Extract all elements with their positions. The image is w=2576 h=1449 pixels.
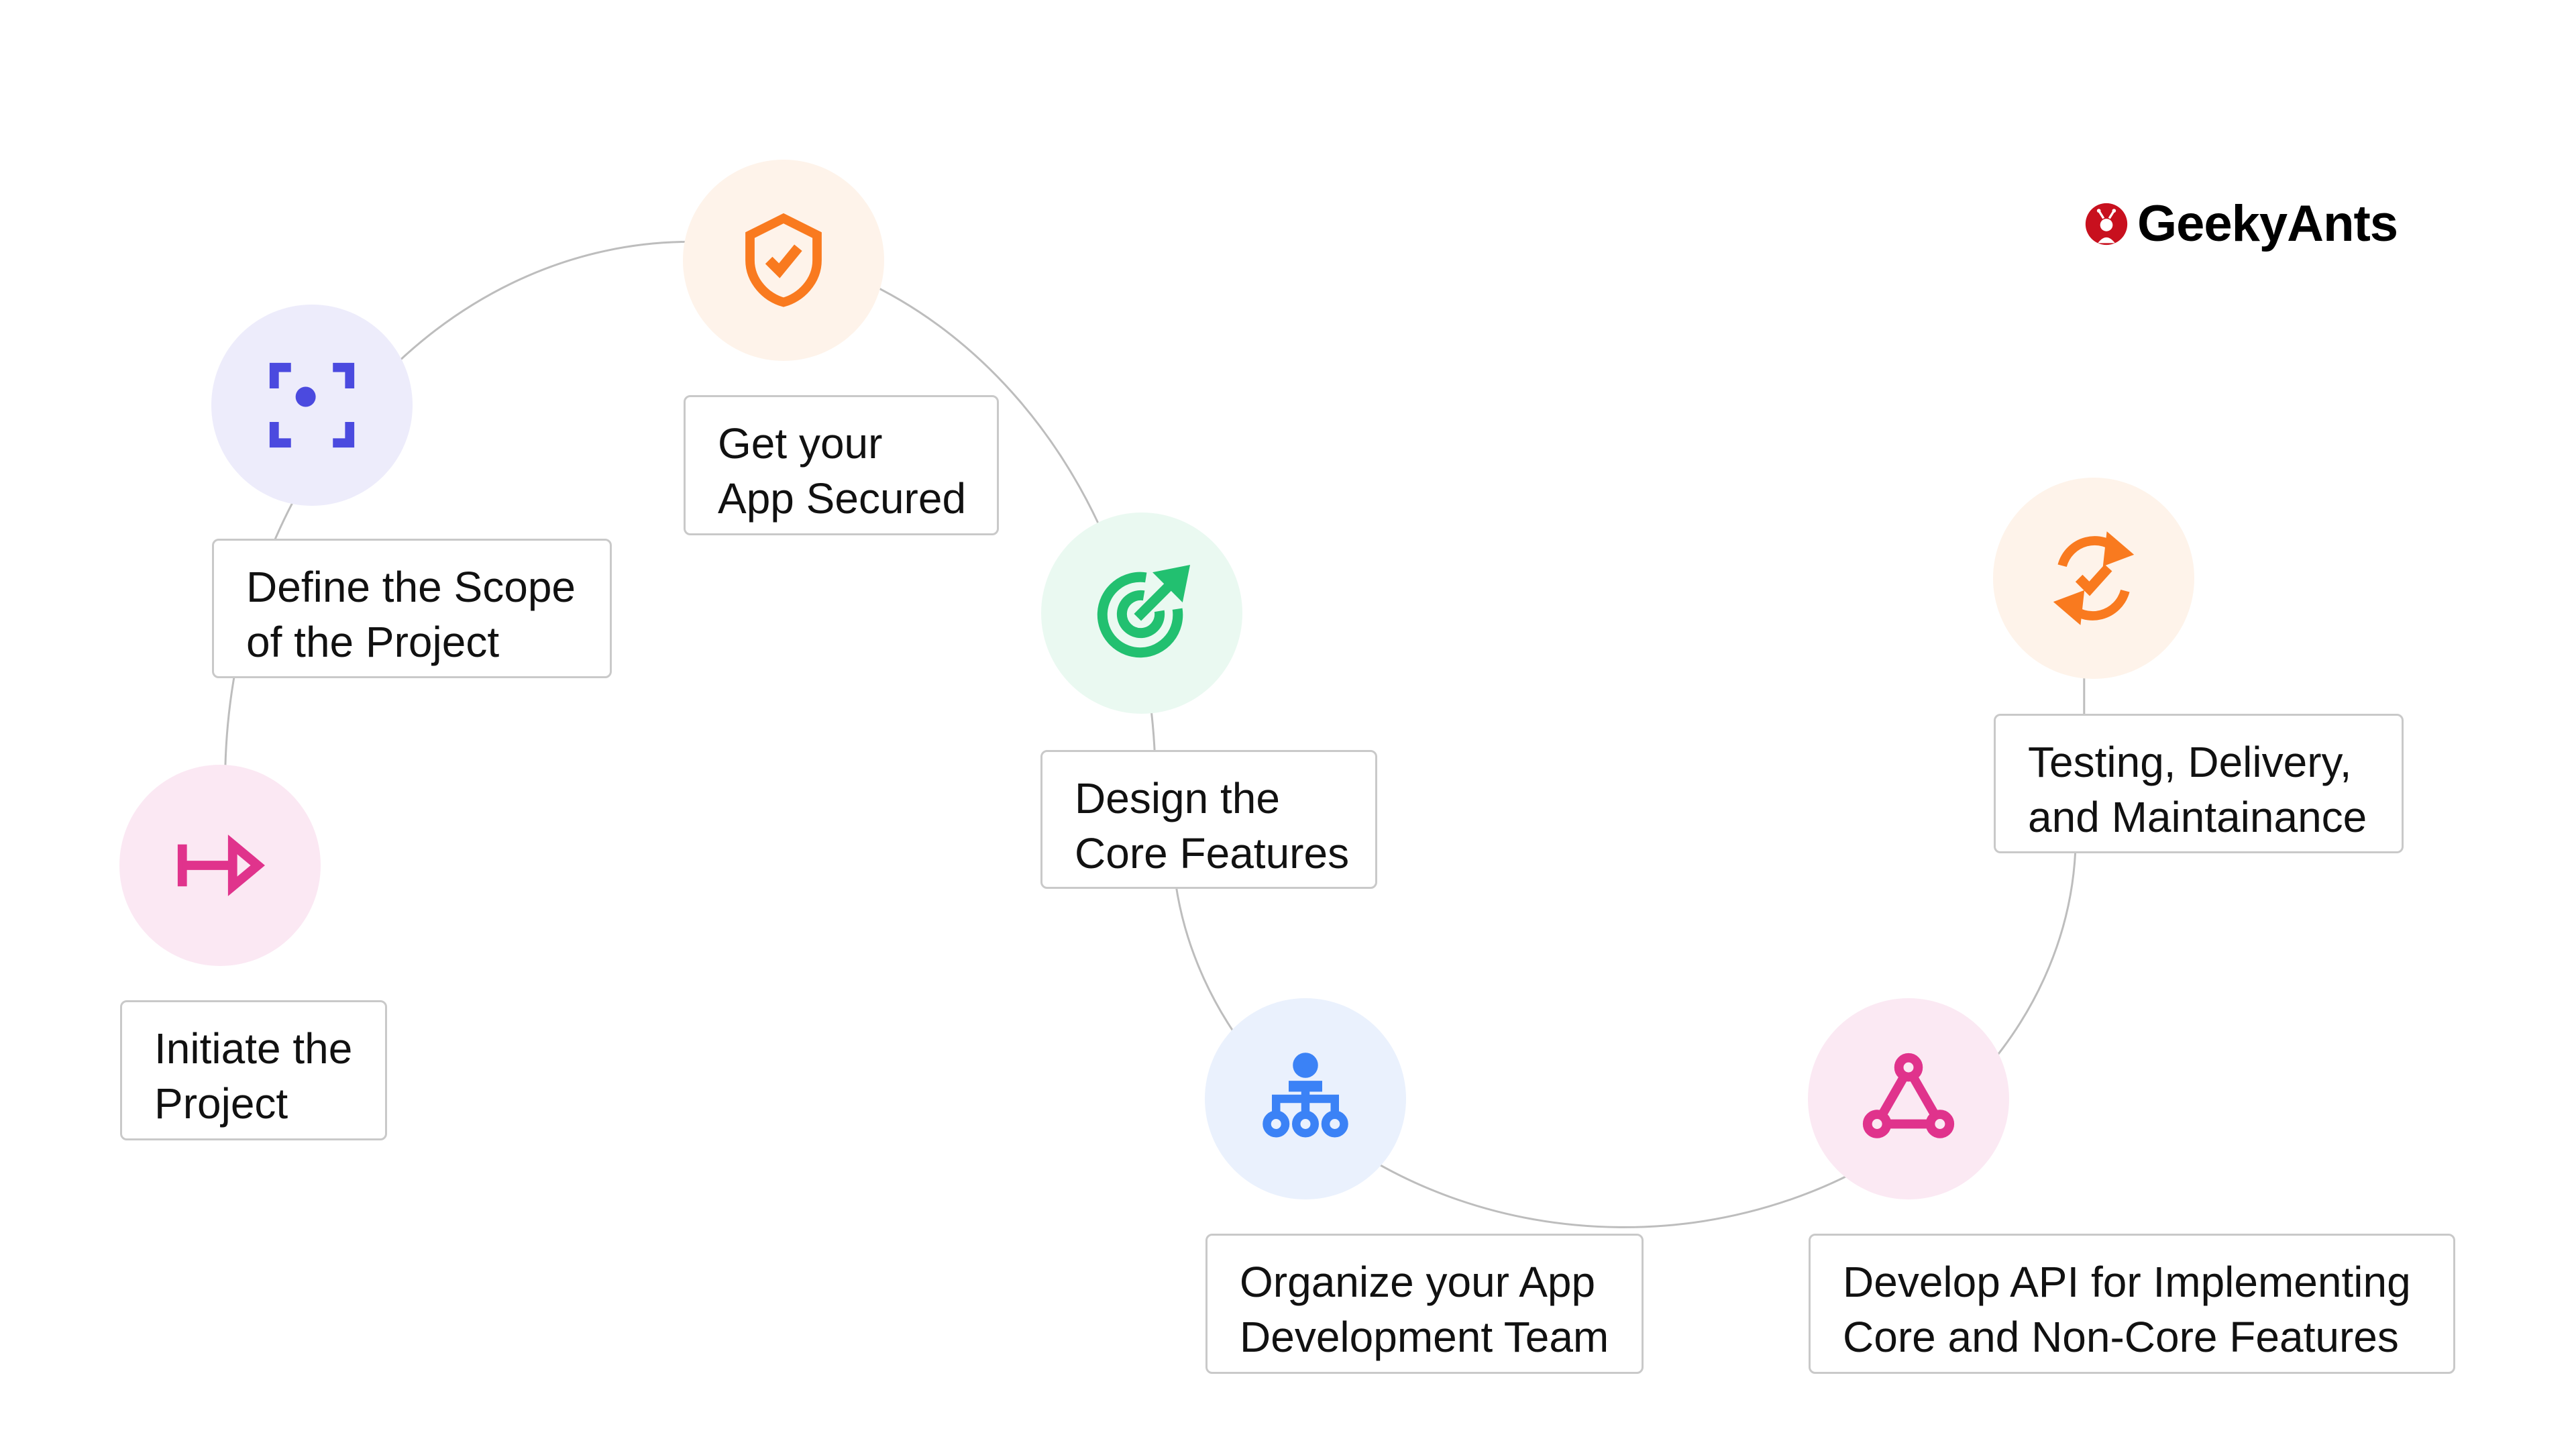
api-line-2: Core and Non-Core Features xyxy=(1843,1313,2399,1361)
initiate-label-box: Initiate the Project xyxy=(120,1000,387,1140)
organize-node xyxy=(1205,998,1406,1199)
testing-label-box: Testing, Delivery, and Maintainance xyxy=(1994,714,2404,853)
api-nodes-icon xyxy=(1862,1053,1955,1138)
design-label-box: Design the Core Features xyxy=(1040,750,1377,889)
api-label-box: Develop API for Implementing Core and No… xyxy=(1809,1234,2455,1374)
organize-label-box: Organize your App Development Team xyxy=(1205,1234,1644,1374)
design-node xyxy=(1041,513,1242,714)
initiate-line-2: Project xyxy=(154,1079,288,1128)
shield-check-icon xyxy=(745,213,822,307)
secure-label-box: Get your App Secured xyxy=(684,395,999,535)
focus-target-icon xyxy=(269,362,355,448)
refresh-check-icon xyxy=(2053,531,2135,625)
testing-node xyxy=(1993,478,2194,679)
secure-node xyxy=(683,160,884,361)
testing-line-2: and Maintainance xyxy=(2028,793,2367,841)
brand-name: GeekyAnts xyxy=(2137,195,2398,252)
arrow-right-to-icon xyxy=(177,835,265,896)
ant-logo-icon xyxy=(2085,203,2128,245)
organize-line-1: Organize your App xyxy=(1240,1258,1596,1306)
geekyants-logo: GeekyAnts xyxy=(2084,195,2398,253)
target-arrow-icon xyxy=(1097,564,1191,658)
define-line-2: of the Project xyxy=(246,618,500,666)
initiate-node xyxy=(119,765,321,966)
design-line-2: Core Features xyxy=(1075,829,1350,877)
define-line-1: Define the Scope xyxy=(246,563,576,611)
secure-line-1: Get your xyxy=(718,419,883,468)
define-node xyxy=(211,305,413,506)
api-node xyxy=(1808,998,2009,1199)
initiate-line-1: Initiate the xyxy=(154,1024,353,1073)
design-line-1: Design the xyxy=(1075,774,1280,822)
testing-line-1: Testing, Delivery, xyxy=(2028,738,2352,786)
organize-line-2: Development Team xyxy=(1240,1313,1609,1361)
api-line-1: Develop API for Implementing xyxy=(1843,1258,2411,1306)
define-label-box: Define the Scope of the Project xyxy=(212,539,612,678)
secure-line-2: App Secured xyxy=(718,474,967,523)
team-hierarchy-icon xyxy=(1263,1053,1348,1138)
